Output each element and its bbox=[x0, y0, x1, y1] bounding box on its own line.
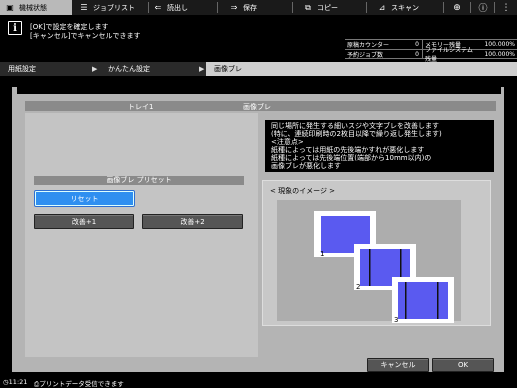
clock: ◷11:21 bbox=[3, 378, 28, 386]
footer-message: ⎙プリントデータ受信できます bbox=[34, 380, 124, 388]
cancel-button[interactable]: キャンセル bbox=[367, 358, 429, 372]
sheet-number: 2 bbox=[356, 283, 360, 291]
sheet-number: 3 bbox=[394, 316, 398, 324]
ok-button[interactable]: OK bbox=[432, 358, 494, 372]
footer-status-bar: ◷11:21 ⎙プリントデータ受信できます bbox=[0, 376, 517, 388]
phenomenon-illustration: 1 2 3 bbox=[314, 211, 454, 324]
sheet-3 bbox=[392, 277, 454, 323]
clock-time: 11:21 bbox=[8, 378, 28, 386]
sheet-number: 1 bbox=[320, 250, 324, 258]
bottom-button-bar bbox=[12, 357, 504, 372]
footer-message-text: プリントデータ受信できます bbox=[39, 380, 124, 388]
